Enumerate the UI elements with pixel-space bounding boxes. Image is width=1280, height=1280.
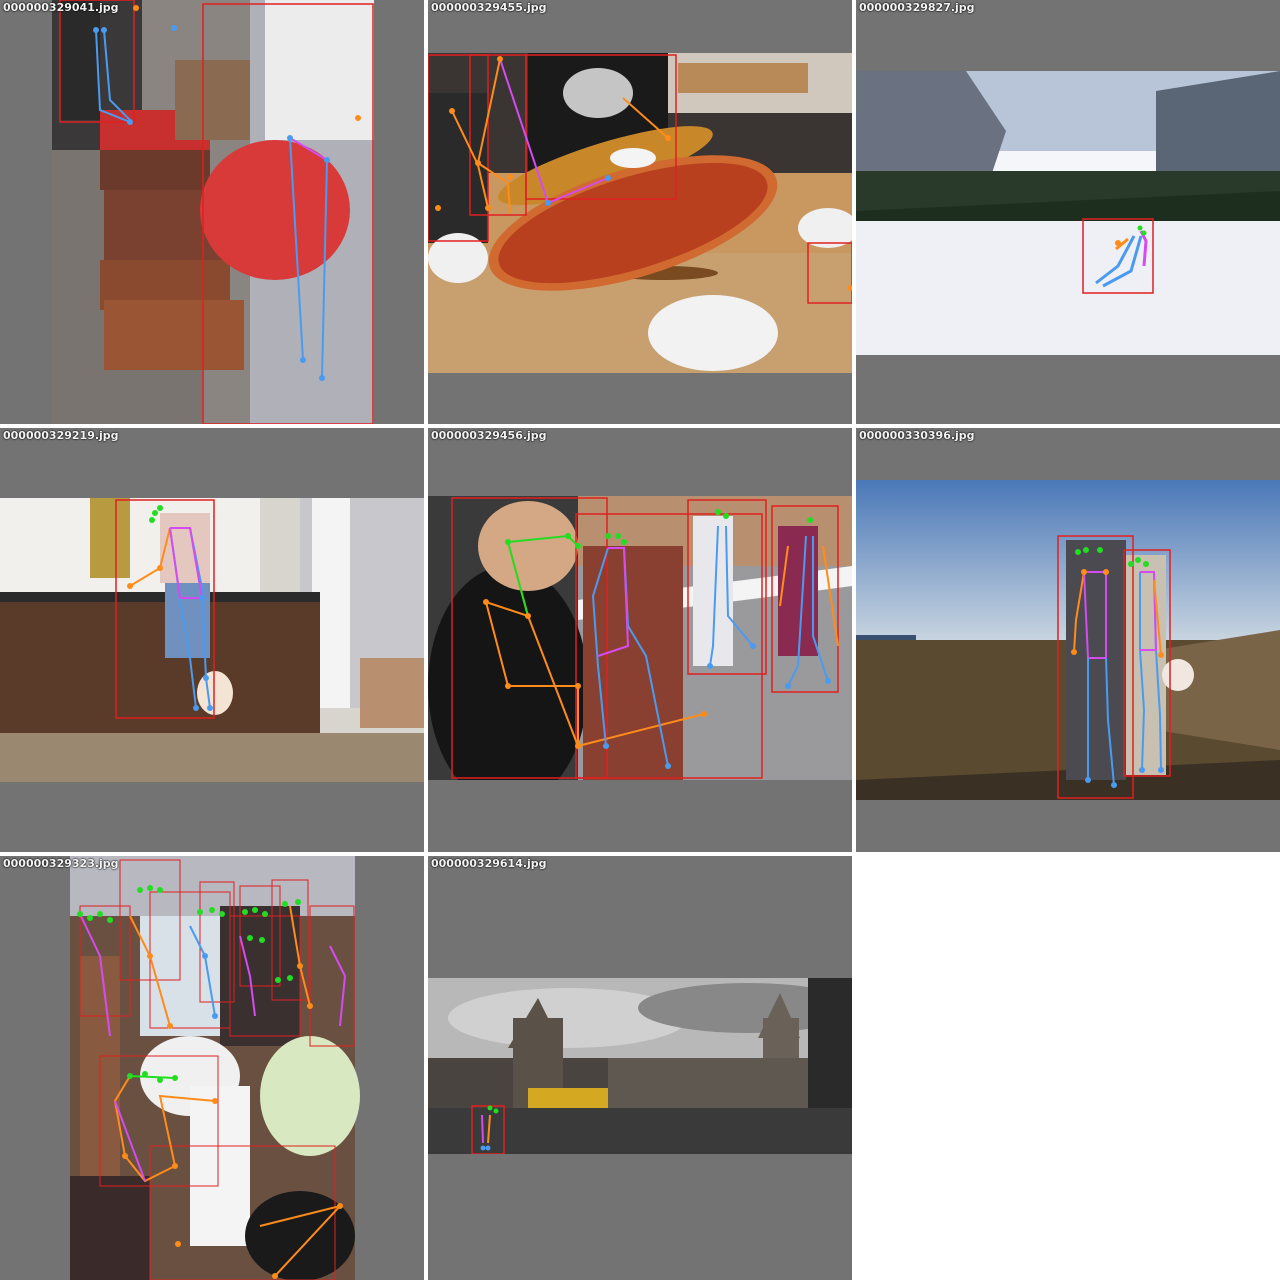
image-tile[interactable]: 000000329614.jpg [428,856,852,1280]
photo [0,856,424,1280]
photo-render [70,856,360,1280]
image-tile[interactable]: 000000329219.jpg [0,428,424,852]
image-tile[interactable]: 000000330396.jpg [856,428,1280,852]
filename-label: 000000329323.jpg [3,857,119,870]
filename-label: 000000329219.jpg [3,429,119,442]
image-tile[interactable]: 000000329455.jpg [428,0,852,424]
filename-label: 000000330396.jpg [859,429,975,442]
photo-render [856,71,1280,355]
image-tile[interactable]: 000000329456.jpg [428,428,852,852]
photo [428,978,852,1154]
filename-label: 000000329455.jpg [431,1,547,14]
photo-render [52,0,374,424]
filename-label: 000000329614.jpg [431,857,547,870]
image-tile[interactable]: 000000329041.jpg [0,0,424,424]
image-tile[interactable]: 000000329827.jpg [856,0,1280,424]
photo-render [428,496,852,780]
filename-label: 000000329456.jpg [431,429,547,442]
filename-label: 000000329041.jpg [3,1,119,14]
photo-render [428,53,852,373]
photo-render [0,498,424,782]
photo [428,53,852,373]
photo [856,71,1280,355]
image-grid: 000000329041.jpg 000000329455.jpg 000000… [0,0,1280,1280]
photo [856,480,1280,800]
photo [0,0,424,424]
image-tile[interactable]: 000000329323.jpg [0,856,424,1280]
filename-label: 000000329827.jpg [859,1,975,14]
photo-render [856,480,1280,800]
photo [0,498,424,782]
photo [428,496,852,780]
photo-render [428,978,852,1154]
